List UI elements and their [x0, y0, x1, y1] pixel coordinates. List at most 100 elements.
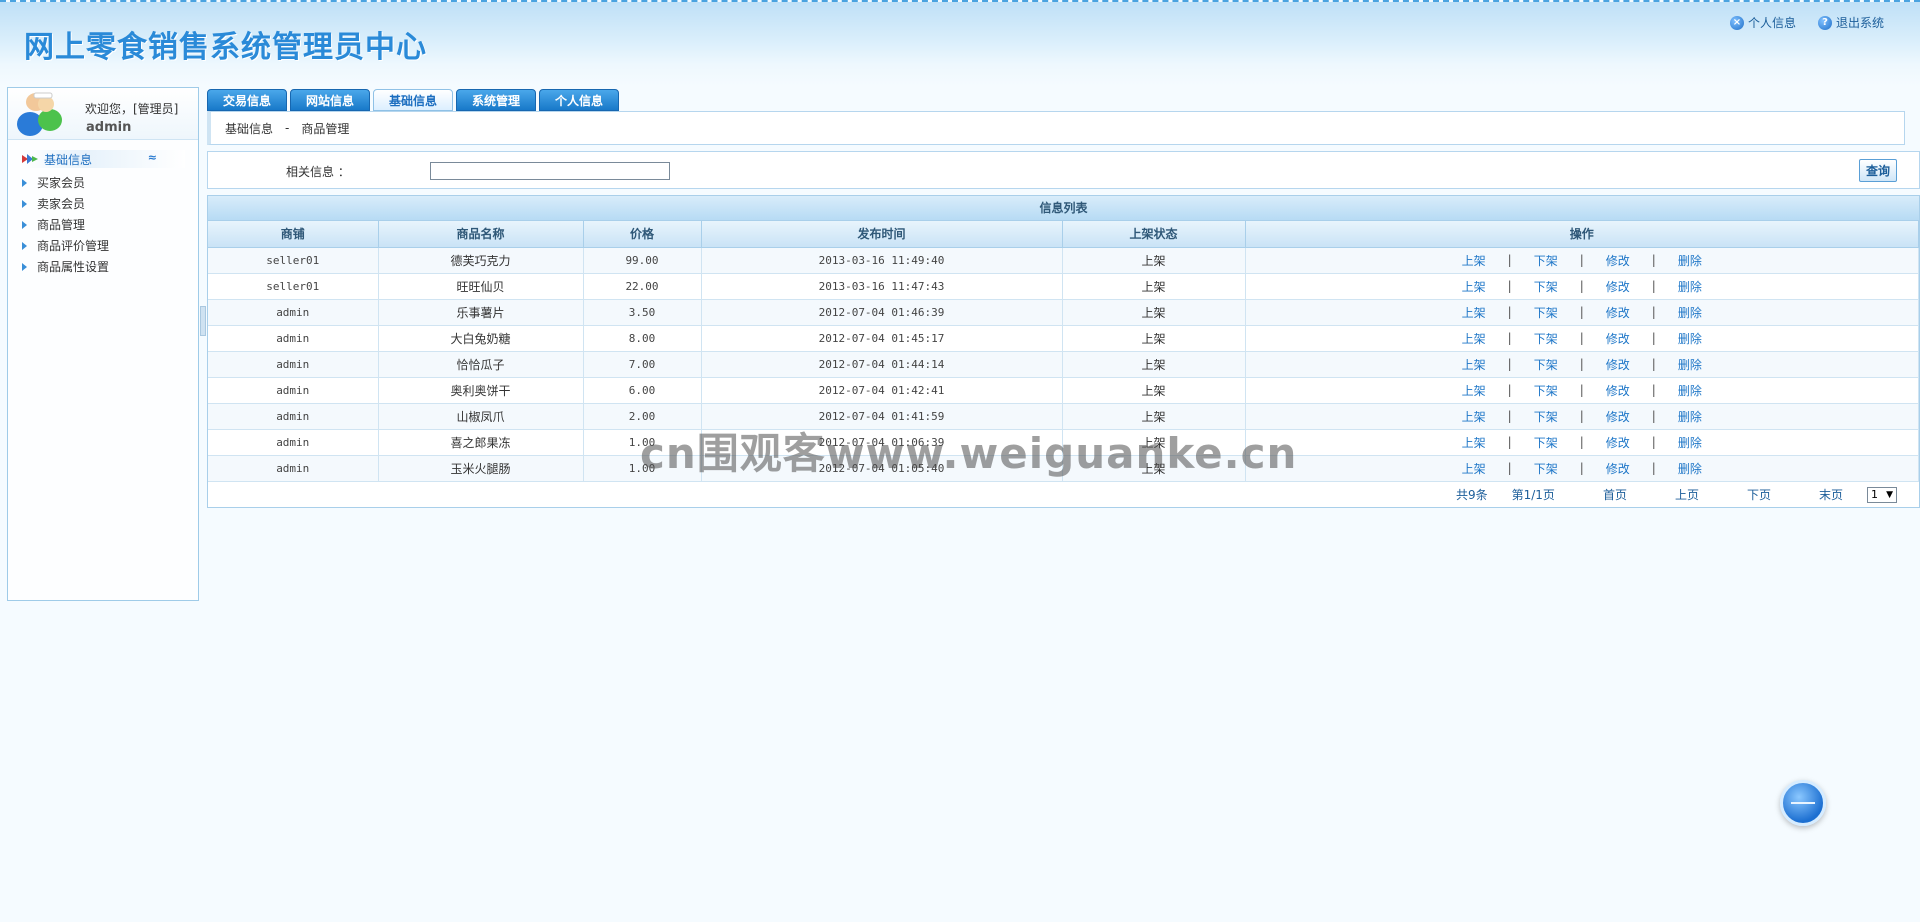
delete-link[interactable]: 删除	[1674, 252, 1706, 269]
table-row: admin 山椒凤爪 2.00 2012-07-04 01:41:59 上架 上架 | 下架 |…	[208, 403, 1919, 430]
delete-link[interactable]: 删除	[1674, 460, 1706, 477]
unshelve-link[interactable]: 下架	[1530, 434, 1562, 451]
search-input[interactable]	[430, 162, 670, 180]
action-separator: |	[1507, 279, 1512, 293]
profile-link[interactable]: × 个人信息	[1729, 14, 1796, 31]
shelve-link[interactable]: 上架	[1458, 278, 1490, 295]
edit-link[interactable]: 修改	[1602, 382, 1634, 399]
delete-link[interactable]: 删除	[1674, 304, 1706, 321]
edit-link[interactable]: 修改	[1602, 460, 1634, 477]
unshelve-link[interactable]: 下架	[1530, 278, 1562, 295]
action-separator: |	[1651, 305, 1656, 319]
unshelve-link[interactable]: 下架	[1530, 382, 1562, 399]
sidebar-item-attributes[interactable]: 商品属性设置	[8, 256, 198, 277]
collapse-icon[interactable]: ≈	[148, 151, 157, 164]
cell-price: 7.00	[583, 351, 702, 378]
edit-link[interactable]: 修改	[1602, 304, 1634, 321]
row-actions: 上架 | 下架 | 修改 | 删除	[1246, 408, 1919, 425]
cell-shop: admin	[208, 351, 379, 378]
row-actions: 上架 | 下架 | 修改 | 删除	[1246, 382, 1919, 399]
shelve-link[interactable]: 上架	[1458, 330, 1490, 347]
sidebar-item-buyer[interactable]: 买家会员	[8, 172, 198, 193]
table-row: admin 大白兔奶糖 8.00 2012-07-04 01:45:17 上架 上架 | 下架…	[208, 325, 1919, 352]
tab-profile[interactable]: 个人信息	[539, 89, 619, 111]
edit-link[interactable]: 修改	[1602, 408, 1634, 425]
cell-actions: 上架 | 下架 | 修改 | 删除	[1245, 403, 1919, 430]
search-bar: 相关信息 ： 查询	[207, 151, 1920, 189]
unshelve-link[interactable]: 下架	[1530, 252, 1562, 269]
page-header: 网上零食销售系统管理员中心 × 个人信息 ? 退出系统	[0, 0, 1920, 86]
cell-name: 旺旺仙贝	[378, 273, 584, 300]
pager-first[interactable]: 首页	[1603, 486, 1627, 503]
action-separator: |	[1507, 461, 1512, 475]
sidebar-item-reviews[interactable]: 商品评价管理	[8, 235, 198, 256]
cell-actions: 上架 | 下架 | 修改 | 删除	[1245, 351, 1919, 378]
users-avatar-icon	[17, 92, 62, 136]
logout-link-label: 退出系统	[1835, 16, 1884, 30]
sidebar: 欢迎您，[管理员] admin 基础信息 ≈ 买家会员 卖家会员 商品管理 商品…	[7, 87, 199, 601]
delete-link[interactable]: 删除	[1674, 330, 1706, 347]
edit-link[interactable]: 修改	[1602, 330, 1634, 347]
delete-link[interactable]: 删除	[1674, 382, 1706, 399]
pager-prev[interactable]: 上页	[1675, 486, 1699, 503]
unshelve-link[interactable]: 下架	[1530, 408, 1562, 425]
unshelve-link[interactable]: 下架	[1530, 304, 1562, 321]
edit-link[interactable]: 修改	[1602, 356, 1634, 373]
edit-link[interactable]: 修改	[1602, 278, 1634, 295]
tab-site[interactable]: 网站信息	[290, 89, 370, 111]
cell-status: 上架	[1062, 273, 1246, 300]
shelve-link[interactable]: 上架	[1458, 382, 1490, 399]
delete-link[interactable]: 删除	[1674, 408, 1706, 425]
cell-status: 上架	[1062, 429, 1246, 456]
sidebar-splitter[interactable]	[200, 306, 206, 336]
cell-status: 上架	[1062, 403, 1246, 430]
pager-last[interactable]: 末页	[1819, 486, 1843, 503]
unshelve-link[interactable]: 下架	[1530, 460, 1562, 477]
row-actions: 上架 | 下架 | 修改 | 删除	[1246, 356, 1919, 373]
action-separator: |	[1579, 357, 1584, 371]
breadcrumb-parent: 基础信息	[225, 121, 274, 136]
shelve-link[interactable]: 上架	[1458, 408, 1490, 425]
sidebar-item-products[interactable]: 商品管理	[8, 214, 198, 235]
tab-system[interactable]: 系统管理	[456, 89, 536, 111]
search-button[interactable]: 查询	[1859, 159, 1897, 182]
tab-basic[interactable]: 基础信息	[373, 89, 453, 111]
action-separator: |	[1579, 331, 1584, 345]
shelve-link[interactable]: 上架	[1458, 434, 1490, 451]
action-separator: |	[1579, 253, 1584, 267]
menu-group-header[interactable]: 基础信息 ≈	[20, 150, 185, 168]
cell-shop: admin	[208, 455, 379, 482]
cell-name: 乐事薯片	[378, 299, 584, 326]
shelve-link[interactable]: 上架	[1458, 356, 1490, 373]
floating-action-button[interactable]	[1780, 780, 1826, 826]
action-separator: |	[1651, 331, 1656, 345]
page-select[interactable]: 1 ▼	[1867, 486, 1897, 503]
delete-link[interactable]: 删除	[1674, 434, 1706, 451]
cell-time: 2012-07-04 01:44:14	[701, 351, 1063, 378]
delete-link[interactable]: 删除	[1674, 356, 1706, 373]
action-separator: |	[1579, 383, 1584, 397]
logout-link[interactable]: ? 退出系统	[1817, 14, 1884, 31]
action-separator: |	[1651, 409, 1656, 423]
cell-shop: admin	[208, 403, 379, 430]
unshelve-link[interactable]: 下架	[1530, 356, 1562, 373]
cell-status: 上架	[1062, 247, 1246, 274]
cell-status: 上架	[1062, 325, 1246, 352]
float-bar-icon	[1791, 802, 1815, 804]
sidebar-item-seller[interactable]: 卖家会员	[8, 193, 198, 214]
page-select-value: 1	[1871, 488, 1878, 501]
delete-link[interactable]: 删除	[1674, 278, 1706, 295]
shelve-link[interactable]: 上架	[1458, 252, 1490, 269]
shelve-link[interactable]: 上架	[1458, 304, 1490, 321]
breadcrumb: 基础信息 - 商品管理	[207, 111, 1905, 145]
user-box: 欢迎您，[管理员] admin	[8, 88, 198, 140]
cell-price: 99.00	[583, 247, 702, 274]
shelve-link[interactable]: 上架	[1458, 460, 1490, 477]
sidebar-item-label: 商品属性设置	[37, 260, 110, 274]
tab-trade[interactable]: 交易信息	[207, 89, 287, 111]
unshelve-link[interactable]: 下架	[1530, 330, 1562, 347]
edit-link[interactable]: 修改	[1602, 434, 1634, 451]
row-actions: 上架 | 下架 | 修改 | 删除	[1246, 278, 1919, 295]
pager-next[interactable]: 下页	[1747, 486, 1771, 503]
edit-link[interactable]: 修改	[1602, 252, 1634, 269]
